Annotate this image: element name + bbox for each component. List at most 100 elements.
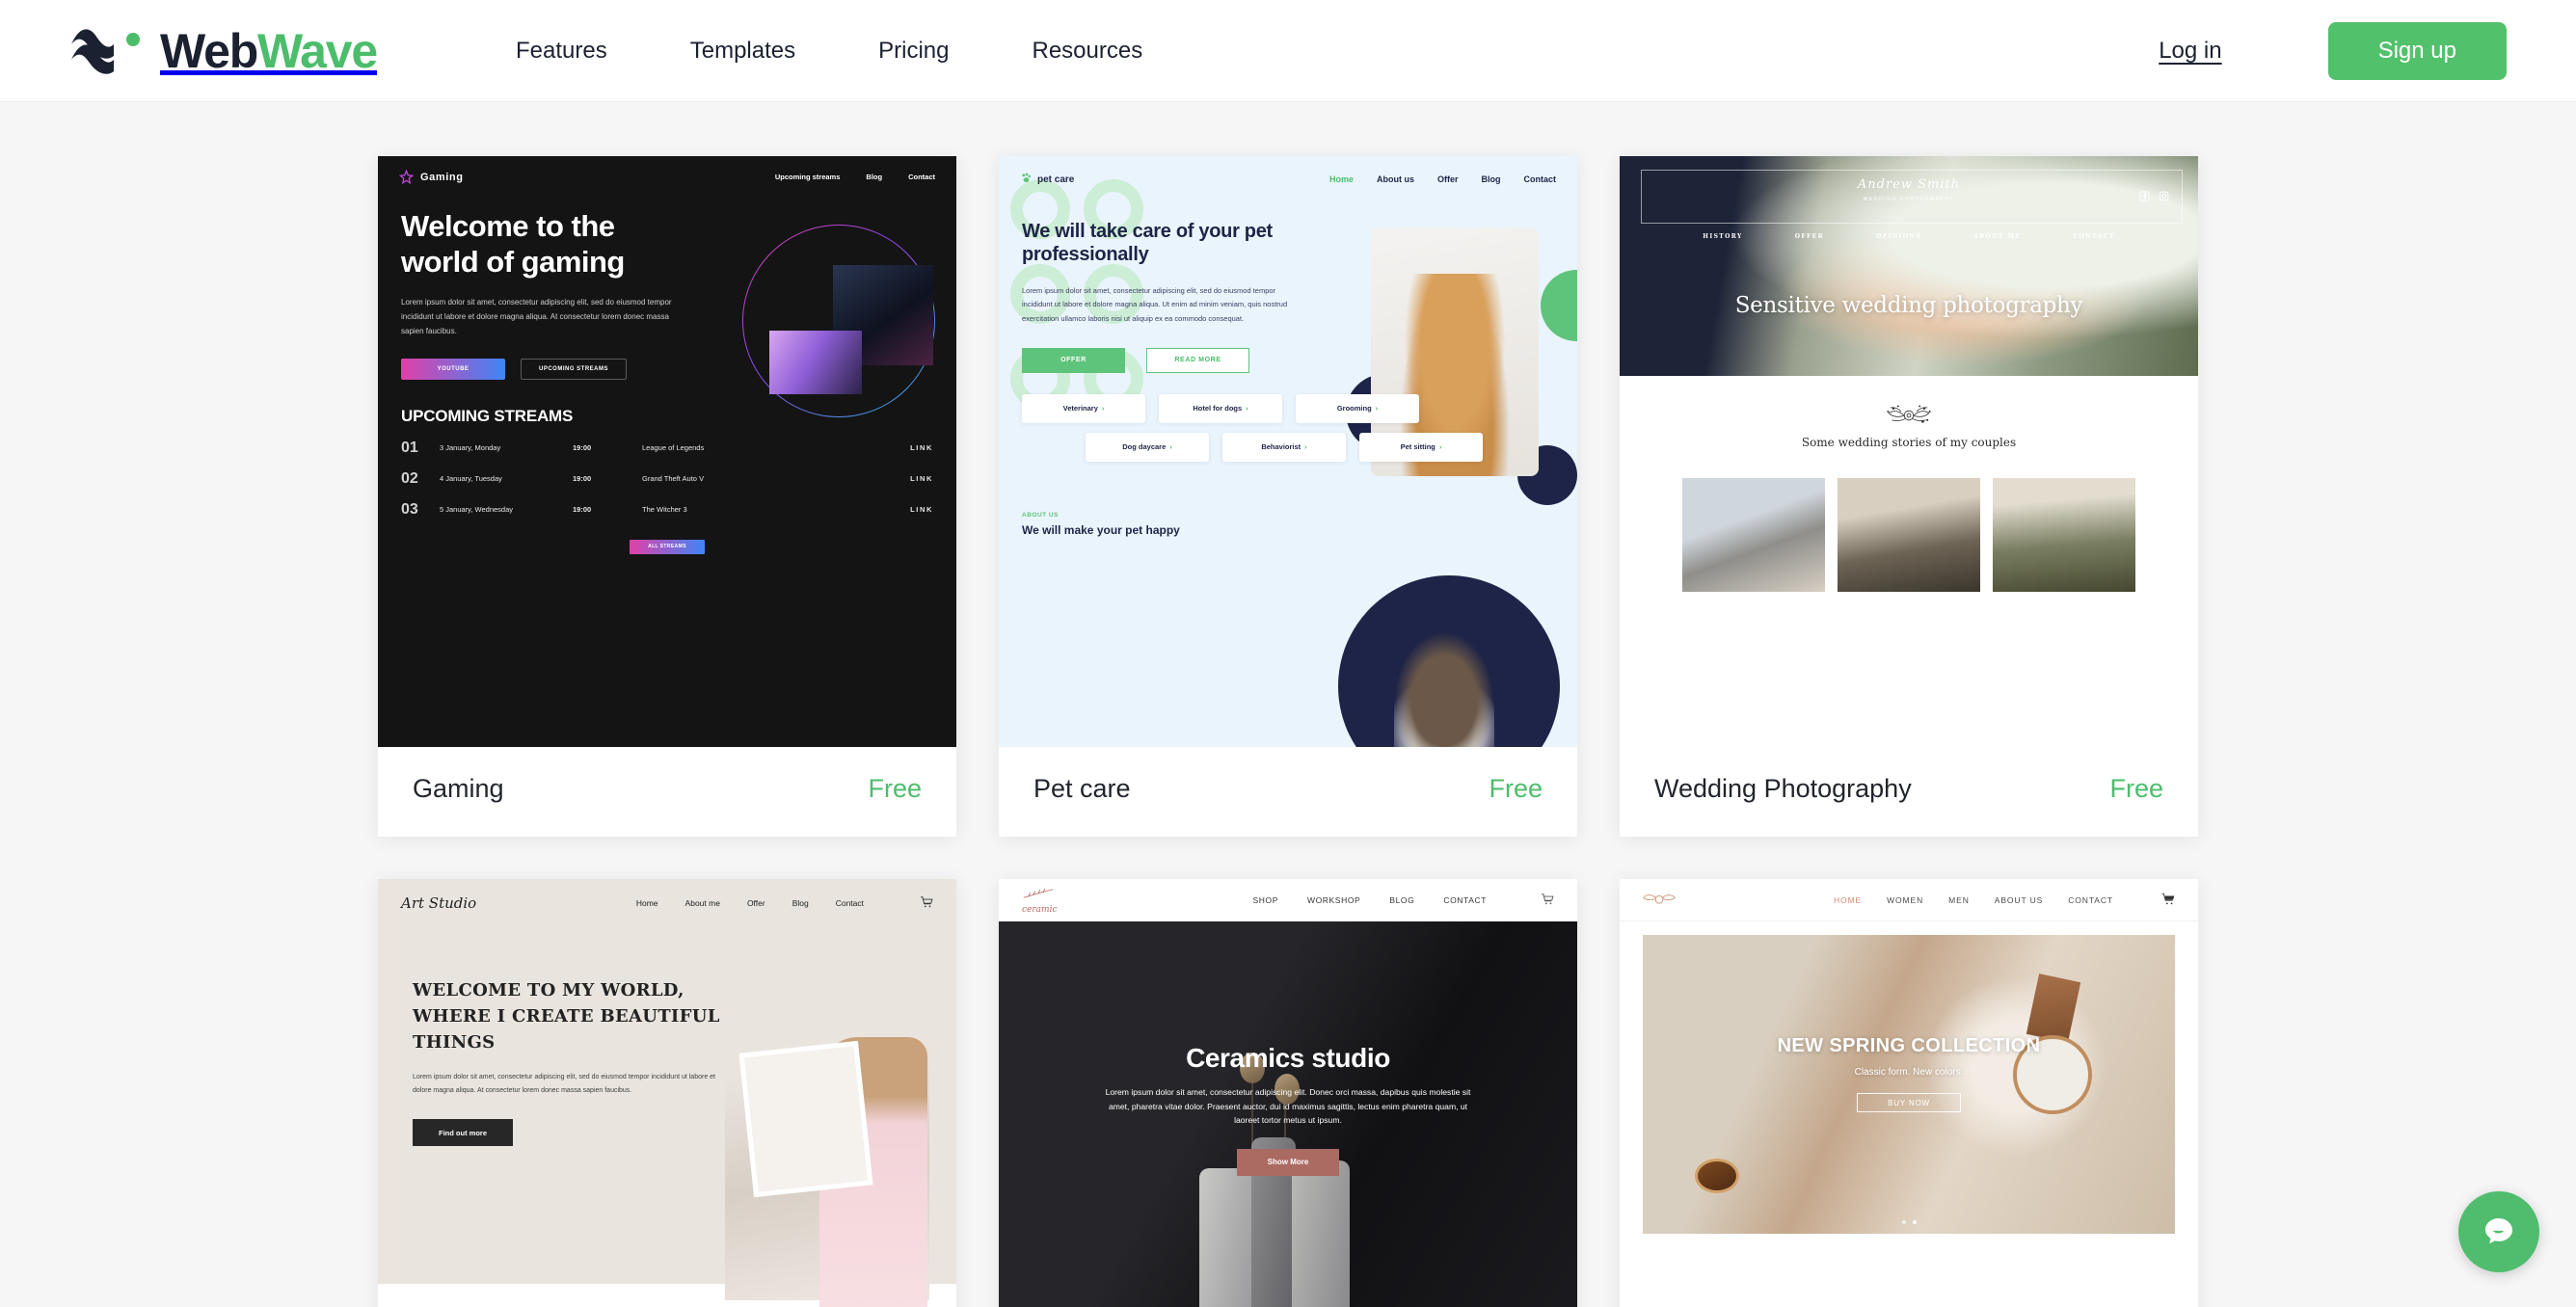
- main-nav: Features Templates Pricing Resources: [516, 28, 1142, 74]
- gaming-site-preview: Gaming Upcoming streams Blog Contact Wel…: [378, 156, 956, 747]
- art-studio-preview-heading: WELCOME TO MY WORLD, WHERE I CREATE BEAU…: [413, 980, 720, 1053]
- ceramics-hero: Ceramics studio Lorem ipsum dolor sit am…: [999, 921, 1577, 1307]
- template-card-art-studio[interactable]: Art Studio Home About me Offer Blog Cont…: [378, 879, 956, 1307]
- stream-game: The Witcher 3: [642, 505, 687, 515]
- template-footer-pet-care: Pet care Free: [999, 747, 1577, 837]
- stream-game: League of Legends: [642, 443, 705, 453]
- art-studio-nav-blog: Blog: [792, 898, 809, 908]
- wedding-gallery: [1620, 478, 2198, 592]
- art-studio-preview-nav: Home About me Offer Blog Contact: [636, 895, 933, 911]
- spring-preview-heading: NEW SPRING COLLECTION: [1777, 1035, 2041, 1056]
- chat-bubble-icon: [2478, 1210, 2520, 1255]
- service-pill: Veterinary ›: [1022, 393, 1145, 423]
- stream-time: 19:00: [573, 443, 592, 453]
- art-studio-preview-header: Art Studio Home About me Offer Blog Cont…: [378, 879, 956, 912]
- pet-care-services-row: Dog daycare › Behaviorist › Pet sitting ›: [1022, 432, 1554, 462]
- art-studio-preview-paragraph: Lorem ipsum dolor sit amet, consectetur …: [413, 1074, 715, 1094]
- signup-button[interactable]: Sign up: [2327, 21, 2507, 80]
- nav-item-templates[interactable]: Templates: [690, 28, 795, 74]
- pet-care-about-section: ABOUT US We will make your pet happy: [999, 471, 1577, 539]
- wave-logo-icon: [69, 27, 145, 75]
- ceramic-vase: [1199, 1168, 1253, 1307]
- paw-icon: [1020, 172, 1033, 187]
- spring-hero-image: NEW SPRING COLLECTION Classic form. New …: [1643, 935, 2175, 1234]
- nav-item-pricing[interactable]: Pricing: [878, 28, 949, 74]
- stream-index: 02: [401, 469, 418, 487]
- stream-link: LINK: [910, 474, 933, 484]
- spring-preview-subheading: Classic form. New colors.: [1854, 1067, 1964, 1078]
- pet-care-nav-contact: Contact: [1523, 174, 1557, 184]
- cart-icon: [1541, 893, 1554, 908]
- spring-preview-nav: HOME WOMEN MEN ABOUT US CONTACT: [1834, 893, 2175, 908]
- wedding-social-links: [2139, 189, 2169, 206]
- instagram-icon: [2159, 189, 2169, 206]
- nav-item-resources[interactable]: Resources: [1032, 28, 1142, 74]
- template-card-ceramics-studio[interactable]: ceramic SHOP WORKSHOP BLOG CONTACT Ceram…: [999, 879, 1577, 1307]
- wedding-site-preview: Andrew Smith WEDDING PHOTOGRAPHY HISTORY: [1620, 156, 2198, 747]
- brand-logo[interactable]: WebWave: [69, 23, 378, 78]
- ceramics-nav-contact: CONTACT: [1443, 895, 1487, 905]
- art-studio-nav-about-me: About me: [684, 898, 720, 908]
- chevron-right-icon: ›: [1438, 442, 1442, 452]
- template-preview-gaming[interactable]: Gaming Upcoming streams Blog Contact Wel…: [378, 156, 956, 747]
- gaming-stream-row: 02 4 January, Tuesday 19:00 Grand Theft …: [401, 470, 933, 488]
- stream-date: 4 January, Tuesday: [440, 474, 502, 484]
- art-studio-nav-contact: Contact: [835, 898, 864, 908]
- service-pill: Pet sitting ›: [1359, 432, 1483, 462]
- template-card-pet-care[interactable]: pet care Home About us Offer Blog Contac…: [999, 156, 1577, 837]
- pet-care-site-preview: pet care Home About us Offer Blog Contac…: [999, 156, 1577, 747]
- pet-care-offer-button: OFFER: [1022, 347, 1125, 373]
- nav-item-features[interactable]: Features: [516, 28, 607, 74]
- ring-jewelry: [1695, 1159, 1739, 1193]
- spring-collection-site-preview: HOME WOMEN MEN ABOUT US CONTACT NEW SPRI…: [1620, 879, 2198, 1307]
- chat-widget-button[interactable]: [2458, 1191, 2539, 1272]
- template-preview-wedding-photography[interactable]: Andrew Smith WEDDING PHOTOGRAPHY HISTORY: [1620, 156, 2198, 747]
- cart-icon: [2161, 893, 2175, 908]
- template-preview-pet-care[interactable]: pet care Home About us Offer Blog Contac…: [999, 156, 1577, 747]
- chevron-right-icon: ›: [1304, 442, 1307, 452]
- gaming-nav-blog: Blog: [866, 173, 883, 181]
- pet-care-preview-hero: We will take care of your pet profession…: [999, 187, 1577, 373]
- ceramics-hero-content: Ceramics studio Lorem ipsum dolor sit am…: [999, 1043, 1577, 1176]
- stream-time: 19:00: [573, 474, 592, 484]
- gaming-all-streams-button: ALL STREAMS: [630, 539, 705, 554]
- stream-link: LINK: [910, 443, 933, 453]
- brand-text-wave: Wave: [257, 23, 378, 78]
- template-preview-art-studio[interactable]: Art Studio Home About me Offer Blog Cont…: [378, 879, 956, 1307]
- pet-care-nav-blog: Blog: [1481, 174, 1501, 184]
- template-price: Free: [868, 774, 922, 803]
- template-card-wedding-photography[interactable]: Andrew Smith WEDDING PHOTOGRAPHY HISTORY: [1620, 156, 2198, 837]
- watch-strap: [2026, 974, 2081, 1043]
- template-price: Free: [2109, 774, 2163, 803]
- pet-care-services: Veterinary › Hotel for dogs › Grooming › Do…: [999, 373, 1577, 462]
- watch-brand-icon: [1643, 892, 1676, 909]
- template-preview-ceramics-studio[interactable]: ceramic SHOP WORKSHOP BLOG CONTACT Ceram…: [999, 879, 1577, 1307]
- chevron-right-icon: ›: [1101, 404, 1105, 413]
- template-preview-spring-collection[interactable]: HOME WOMEN MEN ABOUT US CONTACT NEW SPRI…: [1620, 879, 2198, 1307]
- service-pill: Dog daycare ›: [1086, 432, 1209, 462]
- spring-bottom-labels: Modern ESTHETIC: [1620, 1234, 2198, 1307]
- ceramics-preview-heading: Ceramics studio: [1186, 1043, 1390, 1073]
- spring-nav-contact: CONTACT: [2068, 894, 2113, 905]
- stream-index: 01: [401, 439, 418, 456]
- template-price: Free: [1489, 774, 1543, 803]
- spring-buy-now-button: BUY NOW: [1857, 1093, 1961, 1112]
- pet-care-nav-about-us: About us: [1376, 174, 1414, 184]
- pet-care-preview-heading: We will take care of your pet profession…: [1022, 221, 1273, 266]
- gaming-preview-logo-text: Gaming: [420, 171, 464, 183]
- pet-care-preview-paragraph: Lorem ipsum dolor sit amet, consectetur …: [1022, 285, 1288, 324]
- template-card-gaming[interactable]: Gaming Upcoming streams Blog Contact Wel…: [378, 156, 956, 837]
- art-studio-logo: Art Studio: [401, 894, 477, 912]
- pet-care-nav-home: Home: [1328, 174, 1354, 184]
- wedding-gallery-photo: [1993, 478, 2135, 592]
- template-name: Gaming: [413, 774, 504, 803]
- wedding-nav-contact: CONTACT: [2073, 233, 2115, 240]
- service-label: Pet sitting: [1400, 442, 1436, 452]
- ceramics-nav-blog: BLOG: [1389, 895, 1415, 905]
- template-card-spring-collection[interactable]: HOME WOMEN MEN ABOUT US CONTACT NEW SPRI…: [1620, 879, 2198, 1307]
- wedding-gallery-photo: [1682, 478, 1825, 592]
- gaming-nav-contact: Contact: [908, 173, 935, 181]
- header-actions: Log in Sign up: [2159, 21, 2507, 80]
- art-studio-nav-offer: Offer: [746, 898, 765, 908]
- login-link[interactable]: Log in: [2159, 38, 2221, 65]
